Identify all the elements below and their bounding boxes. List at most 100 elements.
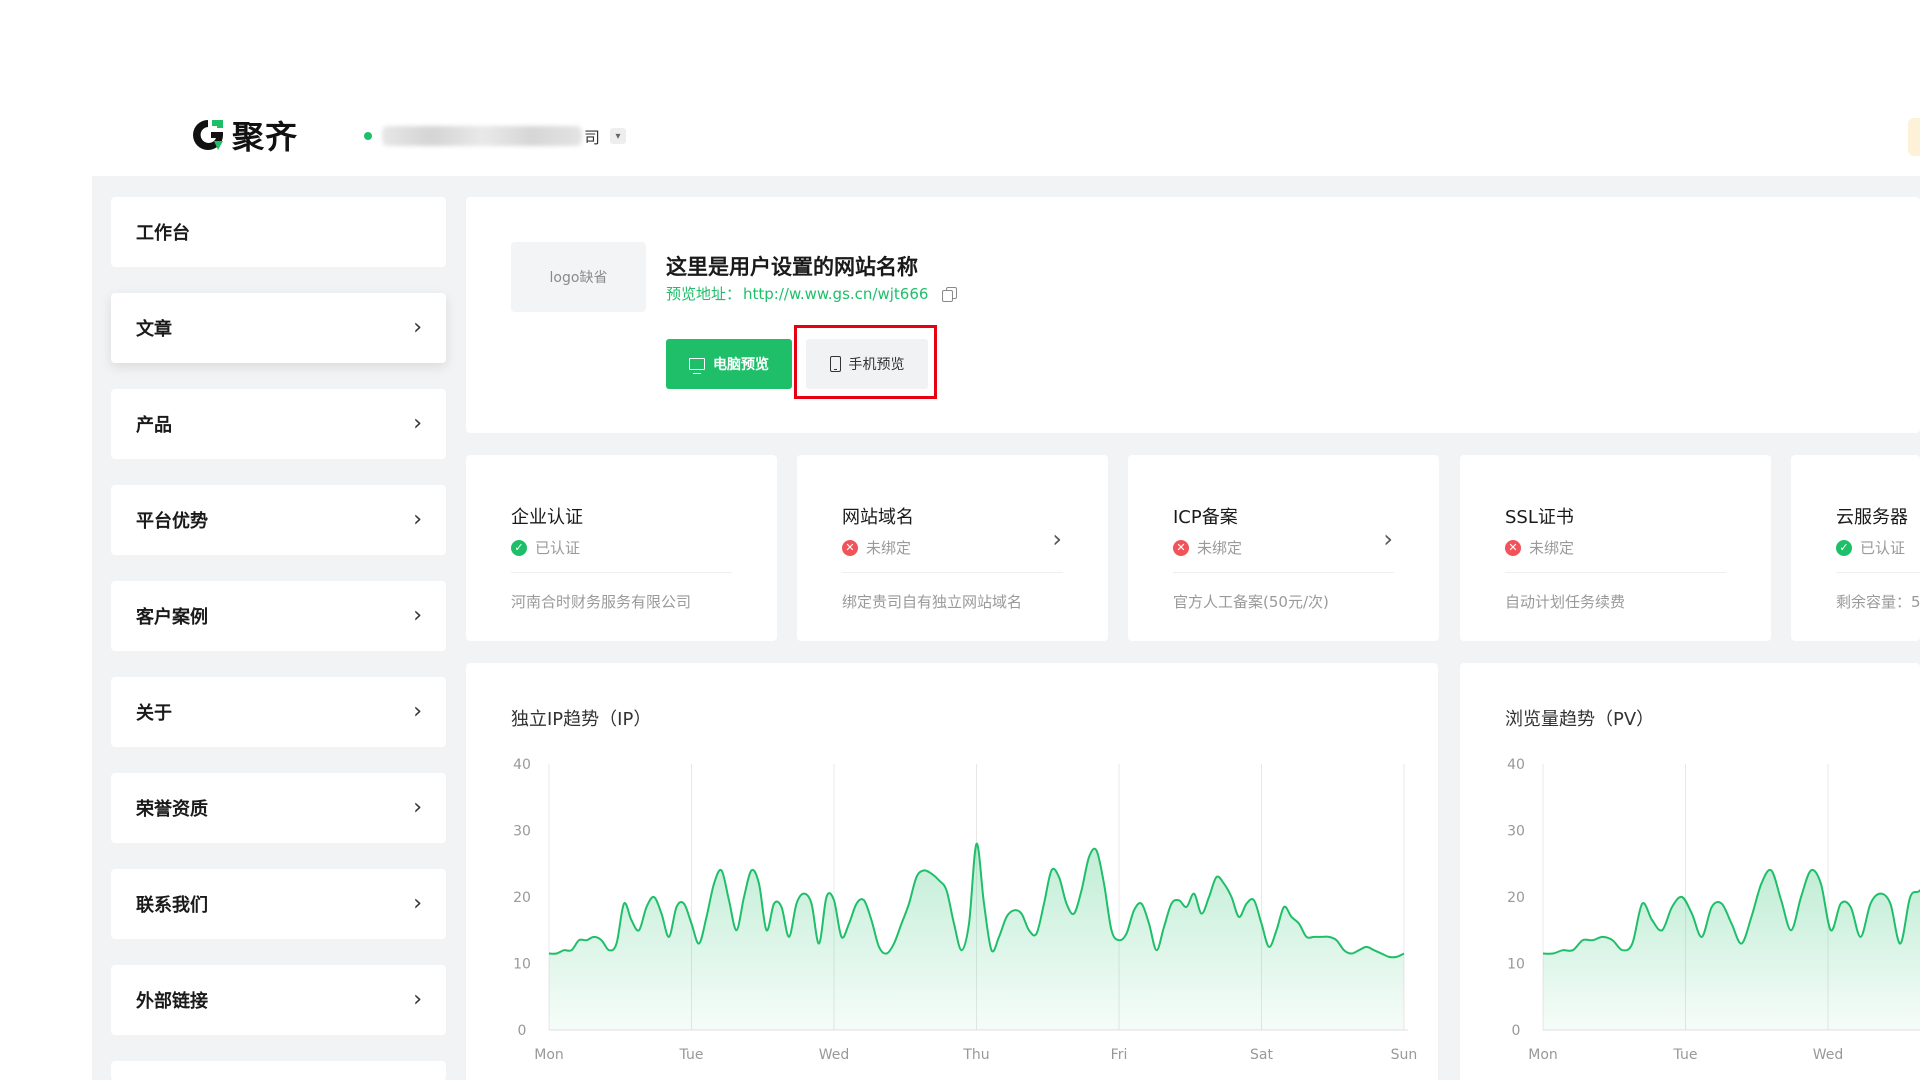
status-card-title: 云服务器 — [1836, 507, 1908, 528]
site-logo-placeholder[interactable]: logo缺省 — [511, 242, 646, 312]
chevron-right-icon: › — [413, 891, 422, 916]
preview-address-row: 预览地址： http://w.ww.gs.cn/wjt666 — [666, 283, 958, 304]
copy-icon[interactable] — [942, 286, 958, 302]
status-card-title: 网站域名 — [842, 507, 914, 528]
company-name-tail: 司 — [584, 128, 601, 147]
x-tick-label: Wed — [1813, 1047, 1844, 1063]
y-tick-label: 10 — [1507, 957, 1525, 973]
status-card-title: SSL证书 — [1505, 507, 1574, 528]
divider — [1173, 572, 1394, 573]
status-card-description: 剩余容量：5 — [1836, 593, 1920, 611]
chevron-right-icon: › — [413, 315, 422, 340]
x-circle-icon: ✕ — [1173, 539, 1189, 556]
sidebar-item-honors[interactable]: 荣誉资质 › — [111, 773, 446, 843]
status-card-icp[interactable]: ICP备案 ✕ 未绑定 › 官方人工备案(50元/次) — [1128, 455, 1439, 641]
annotation-highlight-box — [794, 325, 937, 399]
status-card-title: 企业认证 — [511, 507, 583, 528]
sidebar-item-workbench[interactable]: 工作台 — [111, 197, 446, 267]
x-tick-label: Thu — [962, 1047, 989, 1063]
pc-preview-button[interactable]: 电脑预览 — [666, 339, 792, 389]
sidebar-item-label: 联系我们 — [136, 895, 208, 916]
status-card-enterprise-cert[interactable]: 企业认证 ✓ 已认证 河南合时财务服务有限公司 — [466, 455, 777, 641]
company-name-blurred — [382, 126, 582, 146]
status-card-description: 绑定贵司自有独立网站域名 — [842, 593, 1023, 611]
sidebar-item-contact[interactable]: 联系我们 › — [111, 869, 446, 939]
sidebar-item-about[interactable]: 关于 › — [111, 677, 446, 747]
chevron-right-icon[interactable]: › — [1383, 525, 1393, 553]
status-card-description: 官方人工备案(50元/次) — [1173, 593, 1329, 611]
divider — [511, 572, 732, 573]
status-indicator: ✕ 未绑定 — [1173, 537, 1242, 558]
sidebar-item-label: 平台优势 — [136, 511, 208, 532]
check-circle-icon: ✓ — [1836, 539, 1852, 556]
status-card-cloud-server[interactable]: 云服务器 ✓ 已认证 剩余容量：5 — [1791, 455, 1920, 641]
x-circle-icon: ✕ — [842, 539, 858, 556]
sidebar-item-label: 荣誉资质 — [136, 799, 208, 820]
pc-preview-label: 电脑预览 — [713, 357, 769, 373]
ip-trend-chart-card: 独立IP趋势（IP） Mon Tue Wed Thu Fri Sat Sun 0 10 20 30 4… — [466, 663, 1438, 1083]
online-status-dot — [364, 132, 372, 140]
sidebar-item-label: 工作台 — [136, 223, 190, 244]
x-tick-label: Wed — [819, 1047, 850, 1063]
sidebar-item-products[interactable]: 产品 › — [111, 389, 446, 459]
y-tick-label: 10 — [513, 957, 531, 973]
ip-trend-chart: Mon Tue Wed Thu Fri Sat Sun 0 10 20 30 40 — [513, 757, 1418, 1063]
check-circle-icon: ✓ — [511, 539, 527, 556]
status-text: 已认证 — [1860, 539, 1906, 557]
sidebar-item-external-links[interactable]: 外部链接 › — [111, 965, 446, 1035]
x-tick-label: Tue — [1673, 1047, 1698, 1063]
sidebar-item-label: 产品 — [136, 415, 172, 436]
preview-address-link[interactable]: http://w.ww.gs.cn/wjt666 — [743, 285, 928, 303]
chevron-right-icon: › — [413, 987, 422, 1012]
y-tick-label: 40 — [1507, 757, 1525, 773]
monitor-icon — [689, 358, 705, 374]
x-circle-icon: ✕ — [1505, 539, 1521, 556]
status-card-description: 河南合时财务服务有限公司 — [511, 593, 692, 611]
status-indicator: ✕ 未绑定 — [1505, 537, 1574, 558]
x-tick-label: Tue — [679, 1047, 704, 1063]
sidebar-item-cases[interactable]: 客户案例 › — [111, 581, 446, 651]
y-tick-label: 0 — [518, 1023, 527, 1039]
x-tick-label: Fri — [1111, 1047, 1128, 1063]
company-switcher[interactable]: 司 ▾ — [364, 124, 627, 148]
status-indicator: ✓ 已认证 — [511, 537, 580, 558]
pv-trend-chart-card: 浏览量趋势（PV） Mon Tue Wed 0 10 20 30 40 — [1460, 663, 1920, 1083]
chevron-right-icon: › — [413, 507, 422, 532]
chevron-right-icon: › — [413, 699, 422, 724]
sidebar-item-articles[interactable]: 文章 › — [111, 293, 446, 363]
status-text: 未绑定 — [866, 539, 912, 557]
series-area — [549, 843, 1404, 1030]
status-indicator: ✕ 未绑定 — [842, 537, 911, 558]
divider — [1505, 572, 1726, 573]
status-text: 已认证 — [535, 539, 581, 557]
sidebar-item-label: 客户案例 — [136, 607, 208, 628]
top-right-chip[interactable] — [1908, 118, 1920, 156]
sidebar-item-advantages[interactable]: 平台优势 › — [111, 485, 446, 555]
status-card-domain[interactable]: 网站域名 ✕ 未绑定 › 绑定贵司自有独立网站域名 — [797, 455, 1108, 641]
chevron-right-icon: › — [413, 411, 422, 436]
chevron-right-icon: › — [413, 795, 422, 820]
brand-logo[interactable]: 聚齐 — [190, 112, 298, 158]
y-tick-label: 30 — [513, 824, 531, 840]
sidebar-item-label: 关于 — [136, 703, 172, 724]
status-text: 未绑定 — [1197, 539, 1243, 557]
pv-trend-chart: Mon Tue Wed 0 10 20 30 40 — [1507, 757, 1920, 1063]
chevron-right-icon[interactable]: › — [1052, 525, 1062, 553]
brand-mark-icon — [193, 120, 223, 150]
chevron-right-icon: › — [413, 603, 422, 628]
site-name: 这里是用户设置的网站名称 — [666, 255, 918, 279]
sidebar-item-label: 外部链接 — [136, 991, 208, 1012]
brand-name: 聚齐 — [232, 118, 299, 156]
series-area — [1543, 869, 1920, 1030]
y-tick-label: 0 — [1512, 1023, 1521, 1039]
x-tick-label: Sun — [1391, 1047, 1418, 1063]
divider — [842, 572, 1063, 573]
y-tick-label: 20 — [513, 890, 531, 906]
x-tick-label: Sat — [1250, 1047, 1273, 1063]
site-info-card: logo缺省 这里是用户设置的网站名称 预览地址： http://w.ww.gs… — [466, 197, 1920, 433]
status-card-ssl[interactable]: SSL证书 ✕ 未绑定 自动计划任务续费 — [1460, 455, 1771, 641]
caret-down-icon[interactable]: ▾ — [610, 128, 627, 144]
sidebar-item-partial[interactable] — [111, 1061, 446, 1081]
x-tick-label: Mon — [534, 1047, 564, 1063]
y-tick-label: 20 — [1507, 890, 1525, 906]
